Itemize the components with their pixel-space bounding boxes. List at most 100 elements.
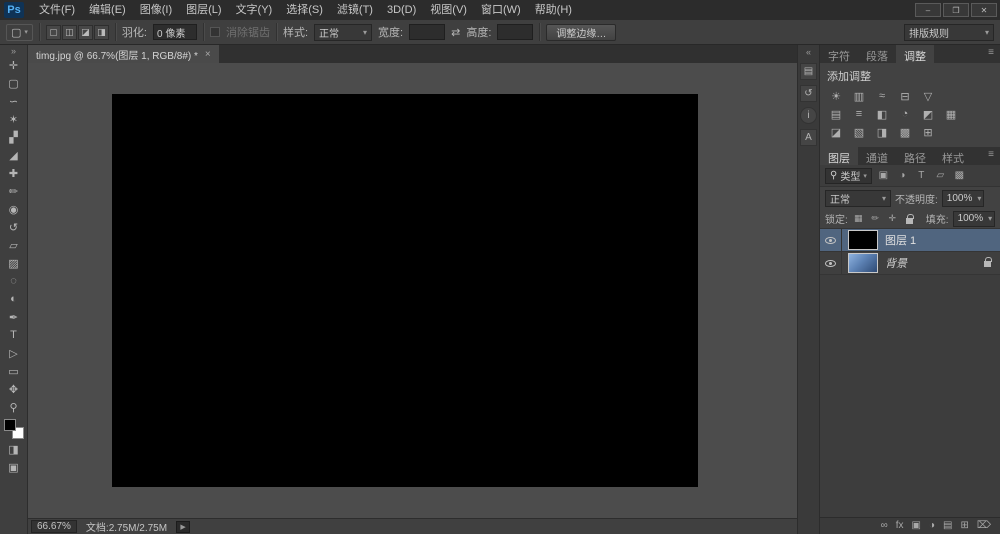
pen-tool[interactable]: ✒ — [2, 308, 26, 326]
delete-layer-icon[interactable]: ⌦ — [977, 521, 991, 531]
eyedropper-tool[interactable]: ◢ — [2, 146, 26, 164]
new-adjustment-layer-icon[interactable]: ◑ — [929, 521, 935, 531]
new-selection-icon[interactable]: ▢ — [46, 25, 61, 40]
filter-pixel-layers-icon[interactable]: ▣ — [876, 168, 891, 183]
panel-menu-icon[interactable]: ≡ — [988, 147, 1000, 165]
lock-image-pixels-icon[interactable]: ✏ — [869, 212, 882, 225]
menu-type[interactable]: 文字(Y) — [229, 0, 280, 20]
layer-style-icon[interactable]: fx — [896, 521, 904, 531]
curves-icon[interactable]: ≈ — [872, 88, 892, 104]
menu-image[interactable]: 图像(I) — [133, 0, 179, 20]
healing-brush-tool[interactable]: ✚ — [2, 164, 26, 182]
gradient-map-icon[interactable]: ▩ — [895, 124, 915, 140]
rectangular-marquee-tool[interactable]: ▢ — [2, 74, 26, 92]
layer1-thumbnail[interactable] — [848, 230, 878, 250]
blend-mode-dropdown[interactable]: 正常 ▾ — [825, 190, 891, 207]
document-tab[interactable]: timg.jpg @ 66.7%(图层 1, RGB/8#) * × — [28, 45, 219, 63]
menu-help[interactable]: 帮助(H) — [528, 0, 579, 20]
hue-saturation-icon[interactable]: ▤ — [826, 106, 846, 122]
menu-select[interactable]: 选择(S) — [279, 0, 330, 20]
tab-channels[interactable]: 通道 — [858, 147, 896, 165]
gradient-tool[interactable]: ▨ — [2, 254, 26, 272]
color-lookup-icon[interactable]: ▦ — [941, 106, 961, 122]
panel-menu-icon[interactable]: ≡ — [988, 45, 1000, 63]
visibility-cell[interactable] — [820, 229, 842, 251]
intersect-selection-icon[interactable]: ◨ — [94, 25, 109, 40]
character-panel-icon[interactable]: A — [800, 129, 817, 146]
status-options-arrow[interactable]: ▶ — [176, 521, 190, 533]
menu-edit[interactable]: 编辑(E) — [82, 0, 133, 20]
lasso-tool[interactable]: ∽ — [2, 92, 26, 110]
swap-dimensions-icon[interactable]: ⇄ — [451, 26, 460, 39]
style-dropdown[interactable]: 正常 ▾ — [314, 24, 372, 41]
dodge-tool[interactable]: ◐ — [2, 290, 26, 308]
link-layers-icon[interactable]: ∞ — [881, 521, 888, 531]
invert-icon[interactable]: ◪ — [826, 124, 846, 140]
history-panel-icon[interactable]: ↺ — [800, 85, 817, 102]
subtract-selection-icon[interactable]: ◪ — [78, 25, 93, 40]
new-layer-icon[interactable]: ⊞ — [960, 521, 968, 531]
clone-stamp-tool[interactable]: ◉ — [2, 200, 26, 218]
menu-window[interactable]: 窗口(W) — [474, 0, 528, 20]
levels-icon[interactable]: ▥ — [849, 88, 869, 104]
filter-shape-layers-icon[interactable]: ▱ — [933, 168, 948, 183]
canvas-image[interactable] — [112, 94, 698, 487]
expand-panels-icon[interactable]: « — [806, 47, 811, 58]
screen-mode-toggle[interactable]: ▣ — [2, 458, 26, 476]
tab-character[interactable]: 字符 — [820, 45, 858, 63]
visibility-cell[interactable] — [820, 252, 842, 274]
lock-position-icon[interactable]: ✛ — [886, 212, 899, 225]
workspace-dropdown[interactable]: 排版规则 ▾ — [904, 24, 994, 41]
quick-selection-tool[interactable]: ✶ — [2, 110, 26, 128]
shape-tool[interactable]: ▭ — [2, 362, 26, 380]
posterize-icon[interactable]: ▧ — [849, 124, 869, 140]
channel-mixer-icon[interactable]: ◩ — [918, 106, 938, 122]
width-input[interactable] — [409, 24, 445, 40]
close-document-icon[interactable]: × — [205, 49, 211, 60]
info-panel-icon[interactable]: i — [800, 107, 817, 124]
tab-paragraph[interactable]: 段落 — [858, 45, 896, 63]
path-selection-tool[interactable]: ▷ — [2, 344, 26, 362]
menu-view[interactable]: 视图(V) — [423, 0, 474, 20]
add-layer-mask-icon[interactable]: ▣ — [912, 521, 921, 531]
zoom-level-field[interactable]: 66.67% — [31, 520, 77, 533]
feather-input[interactable] — [153, 24, 197, 40]
type-tool[interactable]: T — [2, 326, 26, 344]
blur-tool[interactable]: ◌ — [2, 272, 26, 290]
tool-preset-picker[interactable]: ▢ ▾ — [6, 24, 33, 41]
crop-tool[interactable]: ▞ — [2, 128, 26, 146]
fill-dropdown[interactable]: 100% ▾ — [953, 211, 995, 227]
kind-filter-dropdown[interactable]: ⚲ 类型 ▾ — [825, 168, 872, 184]
eraser-tool[interactable]: ▱ — [2, 236, 26, 254]
zoom-tool[interactable]: ⚲ — [2, 398, 26, 416]
menu-3d[interactable]: 3D(D) — [380, 0, 423, 20]
tab-paths[interactable]: 路径 — [896, 147, 934, 165]
hand-tool[interactable]: ✥ — [2, 380, 26, 398]
refine-edge-button[interactable]: 调整边缘… — [546, 24, 616, 41]
opacity-dropdown[interactable]: 100% ▾ — [942, 190, 984, 207]
tab-layers[interactable]: 图层 — [820, 147, 858, 165]
close-button[interactable]: ✕ — [971, 3, 997, 17]
menu-layer[interactable]: 图层(L) — [179, 0, 228, 20]
layer-name[interactable]: 背景 — [885, 255, 907, 271]
lock-transparent-pixels-icon[interactable]: ▦ — [852, 212, 865, 225]
menu-file[interactable]: 文件(F) — [32, 0, 82, 20]
menu-filter[interactable]: 滤镜(T) — [330, 0, 380, 20]
background-thumbnail[interactable] — [848, 253, 878, 273]
quick-mask-toggle[interactable]: ◨ — [2, 440, 26, 458]
canvas-pasteboard[interactable] — [28, 63, 797, 518]
new-group-icon[interactable]: ▤ — [943, 521, 952, 531]
filter-type-layers-icon[interactable]: T — [914, 168, 929, 183]
foreground-color-swatch[interactable] — [4, 419, 16, 431]
properties-panel-icon[interactable]: ▤ — [800, 63, 817, 80]
selective-color-icon[interactable]: ⊞ — [918, 124, 938, 140]
height-input[interactable] — [497, 24, 533, 40]
collapse-tools-icon[interactable]: » — [11, 46, 16, 56]
threshold-icon[interactable]: ◨ — [872, 124, 892, 140]
antialias-checkbox[interactable] — [210, 27, 220, 37]
layer-row-layer1[interactable]: 图层 1 — [820, 229, 1000, 252]
brightness-contrast-icon[interactable]: ☀ — [826, 88, 846, 104]
exposure-icon[interactable]: ⊟ — [895, 88, 915, 104]
tab-adjustments[interactable]: 调整 — [896, 45, 934, 63]
photo-filter-icon[interactable]: ◔ — [895, 106, 915, 122]
